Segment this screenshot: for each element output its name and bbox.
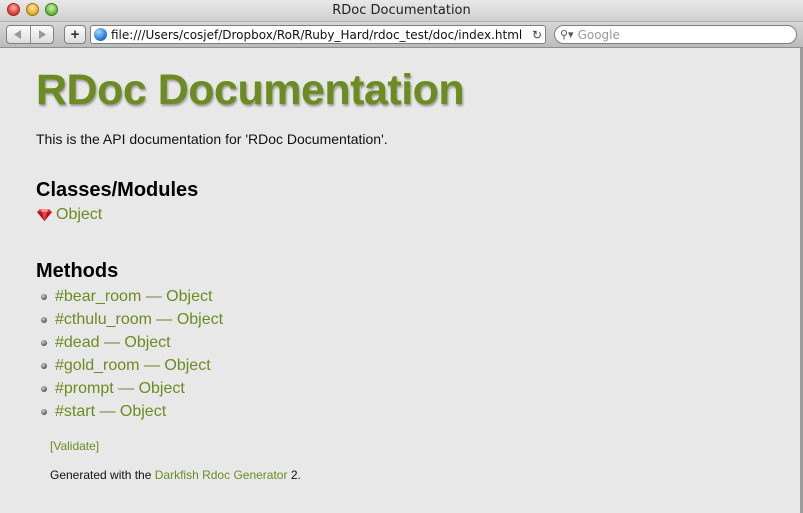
darkfish-generator-link[interactable]: Darkfish Rdoc Generator — [155, 468, 288, 482]
page-description: This is the API documentation for 'RDoc … — [36, 131, 388, 147]
list-item: #start — Object — [36, 400, 223, 423]
search-input[interactable] — [577, 27, 778, 42]
method-list: #bear_room — Object #cthulu_room — Objec… — [36, 285, 223, 423]
classes-heading: Classes/Modules — [36, 179, 199, 201]
back-button[interactable] — [7, 26, 30, 43]
page-title: RDoc Documentation — [36, 66, 465, 114]
method-link-gold-room[interactable]: #gold_room — Object — [55, 357, 211, 375]
list-item: #dead — Object — [36, 331, 223, 354]
list-item: #prompt — Object — [36, 377, 223, 400]
method-link-start[interactable]: #start — Object — [55, 403, 166, 421]
back-arrow-icon — [14, 30, 22, 39]
method-link-prompt[interactable]: #prompt — Object — [55, 380, 185, 398]
search-field[interactable]: ⚲▾ — [554, 25, 797, 44]
validate-link[interactable]: [Validate] — [50, 439, 99, 453]
method-link-dead[interactable]: #dead — Object — [55, 334, 171, 352]
forward-arrow-icon — [38, 30, 46, 39]
bullet-icon — [41, 385, 47, 392]
nav-button-group — [6, 25, 54, 44]
list-item: #cthulu_room — Object — [36, 308, 223, 331]
method-link-bear-room[interactable]: #bear_room — Object — [55, 288, 212, 306]
window-title: RDoc Documentation — [332, 3, 471, 18]
bullet-icon — [41, 408, 47, 415]
page-content: RDoc Documentation This is the API docum… — [0, 48, 800, 513]
footer-prefix: Generated with the — [50, 468, 152, 482]
reload-button[interactable]: ↻ — [529, 28, 545, 42]
bullet-icon — [41, 339, 47, 346]
add-bookmark-button[interactable]: + — [64, 25, 86, 44]
method-link-cthulu-room[interactable]: #cthulu_room — Object — [55, 311, 223, 329]
class-list-item: Object — [36, 206, 102, 224]
globe-icon — [94, 28, 107, 41]
bullet-icon — [41, 362, 47, 369]
list-item: #bear_room — Object — [36, 285, 223, 308]
footer: Generated with the Darkfish Rdoc Generat… — [50, 468, 301, 482]
methods-heading: Methods — [36, 260, 119, 282]
search-icon: ⚲▾ — [560, 29, 574, 41]
address-bar[interactable]: file:///Users/cosjef/Dropbox/RoR/Ruby_Ha… — [90, 25, 546, 44]
url-text[interactable]: file:///Users/cosjef/Dropbox/RoR/Ruby_Ha… — [111, 28, 529, 42]
class-link-object[interactable]: Object — [56, 206, 102, 224]
bullet-icon — [41, 293, 47, 300]
ruby-icon — [37, 209, 52, 221]
validate-container: [Validate] — [50, 437, 99, 455]
list-item: #gold_room — Object — [36, 354, 223, 377]
forward-button[interactable] — [29, 26, 54, 43]
window-titlebar: RDoc Documentation — [0, 0, 803, 22]
browser-toolbar: + file:///Users/cosjef/Dropbox/RoR/Ruby_… — [0, 22, 803, 48]
reload-icon: ↻ — [531, 27, 543, 42]
bullet-icon — [41, 316, 47, 323]
footer-suffix: 2. — [290, 468, 301, 482]
